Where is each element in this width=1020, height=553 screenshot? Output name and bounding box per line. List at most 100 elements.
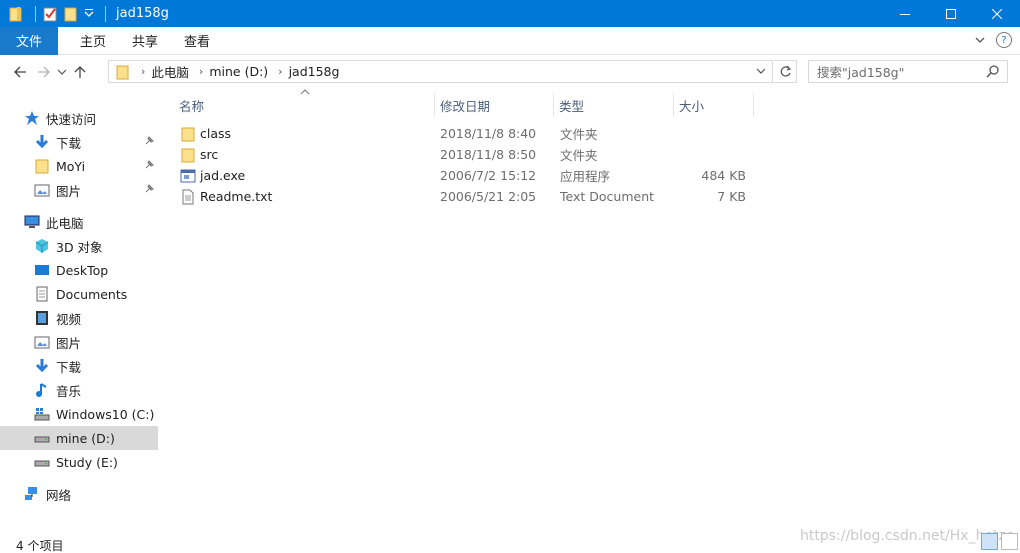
nav-item-label: mine (D:) [56,430,115,446]
nav-item-label: Windows10 (C:) [56,406,155,422]
nav-item-14[interactable]: mine (D:) [0,426,158,450]
folder-icon [180,144,196,165]
maximize-button[interactable] [928,0,974,27]
breadcrumb-this-pc[interactable]: 此电脑 [151,62,189,81]
nav-item-label: 3D 对象 [56,239,103,255]
documents-icon [34,286,50,302]
folder-icon [115,64,131,80]
file-name: Readme.txt [200,189,273,204]
refresh-button[interactable] [774,60,797,83]
pictures-icon [34,182,50,198]
nav-item-label: MoYi [56,158,86,174]
nav-item-label: 下载 [56,135,82,151]
recent-locations-button[interactable] [56,60,68,84]
large-icons-view-button[interactable] [1001,533,1018,550]
file-date: 2006/5/21 2:05 [440,189,537,204]
explorer-window: jad158g 文件 主页 共享 查看 ? › 此电脑 › mine (D:) … [0,0,1020,553]
nav-item-label: 此电脑 [46,215,84,231]
nav-item-3[interactable]: MoYi [0,154,158,178]
nav-item-8[interactable]: Documents [0,282,158,306]
nav-item-label: 图片 [56,335,82,351]
view-toggle-buttons [981,533,1018,550]
breadcrumb-drive-d[interactable]: mine (D:) [209,64,268,79]
file-type: Text Document [560,189,655,204]
nav-item-label: 下载 [56,359,82,375]
column-header-size[interactable]: 大小 [673,93,754,117]
search-icon[interactable] [986,64,1000,82]
file-list: 名称 修改日期 类型 大小 class 2018/11/8 8:40 文件夹 src 2… [160,89,1020,529]
nav-item-7[interactable]: DeskTop [0,258,158,282]
column-header-type[interactable]: 类型 [553,93,674,117]
network-icon [24,486,40,502]
drive-icon [34,430,50,446]
file-type: 应用程序 [560,169,611,184]
ribbon-tabs: 文件 主页 共享 查看 ? [0,26,1020,55]
ribbon-right-controls: ? [974,32,1012,51]
nav-item-10[interactable]: 图片 [0,330,158,354]
pin-icon [144,184,154,197]
back-button[interactable] [8,60,32,84]
nav-item-4[interactable]: 图片 [0,178,158,202]
tab-share[interactable]: 共享 [119,27,171,55]
breadcrumb-chevron-icon[interactable]: › [141,65,145,78]
window-title: jad158g [116,6,169,21]
breadcrumb-chevron-icon[interactable]: › [278,65,282,78]
file-size [680,123,746,144]
chevron-down-icon[interactable] [84,6,94,22]
up-button[interactable] [68,60,92,84]
file-name: src [200,147,219,162]
nav-item-2[interactable]: 下载 [0,130,158,154]
nav-item-label: 音乐 [56,383,82,399]
star-icon [24,110,40,126]
nav-item-6[interactable]: 3D 对象 [0,234,158,258]
tab-view[interactable]: 查看 [171,27,223,55]
forward-button[interactable] [32,60,56,84]
nav-item-label: DeskTop [56,262,109,278]
navigation-pane: 快速访问 下载 MoYi 图片 此电脑 3D 对象 DeskTop Documents 视频 图片… [0,100,158,530]
download-icon [34,134,50,150]
desktop-icon [34,262,50,278]
drive-icon [34,454,50,470]
expand-ribbon-icon[interactable] [974,32,986,51]
folder-icon [8,6,24,22]
nav-item-11[interactable]: 下载 [0,354,158,378]
folder-icon [180,123,196,144]
search-input[interactable]: 搜索"jad158g" [808,60,1008,83]
nav-item-label: Study (E:) [56,454,118,470]
column-header-date[interactable]: 修改日期 [434,93,554,117]
file-row[interactable]: class 2018/11/8 8:40 文件夹 [160,123,760,144]
nav-item-5[interactable]: 此电脑 [0,210,158,234]
nav-item-13[interactable]: Windows10 (C:) [0,402,158,426]
nav-item-16[interactable]: 网络 [0,482,158,506]
file-name: jad.exe [200,168,246,183]
column-header-name[interactable]: 名称 [173,93,435,117]
status-item-count: 4 个项目 [16,539,64,553]
tab-file[interactable]: 文件 [0,26,59,55]
properties-icon[interactable] [42,6,58,22]
details-view-button[interactable] [981,533,998,550]
video-icon [34,310,50,326]
close-button[interactable] [974,0,1020,27]
nav-item-label: Documents [56,286,128,302]
tab-home[interactable]: 主页 [58,27,119,55]
text-file-icon [180,186,196,207]
help-icon[interactable]: ? [996,32,1012,48]
minimize-button[interactable] [882,0,928,27]
drive-windows-icon [34,406,50,422]
file-row[interactable]: jad.exe 2006/7/2 15:12 应用程序 484 KB [160,165,760,186]
file-row[interactable]: src 2018/11/8 8:50 文件夹 [160,144,760,165]
nav-item-15[interactable]: Study (E:) [0,450,158,474]
breadcrumb-current-folder[interactable]: jad158g [289,64,340,79]
title-bar: jad158g [0,0,1020,27]
breadcrumb-chevron-icon[interactable]: › [199,65,203,78]
download-icon [34,358,50,374]
address-history-dropdown-icon[interactable] [756,64,766,81]
address-bar[interactable]: › 此电脑 › mine (D:) › jad158g [108,60,773,83]
nav-item-9[interactable]: 视频 [0,306,158,330]
computer-icon [24,214,40,230]
nav-item-1[interactable]: 快速访问 [0,106,158,130]
file-date: 2018/11/8 8:50 [440,147,537,162]
nav-item-12[interactable]: 音乐 [0,378,158,402]
file-row[interactable]: Readme.txt 2006/5/21 2:05 Text Document 7 K… [160,186,760,207]
new-folder-icon[interactable] [63,6,79,22]
